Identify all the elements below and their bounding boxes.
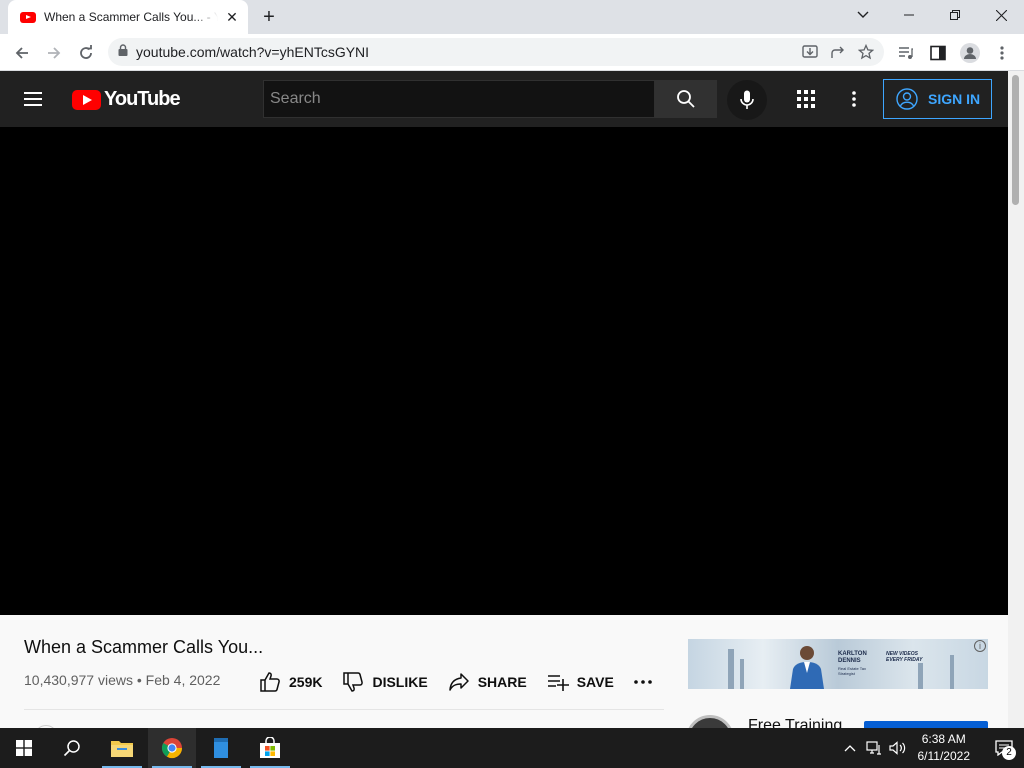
search-button[interactable]	[655, 80, 717, 118]
like-button[interactable]: 259K	[259, 671, 322, 693]
ad-building	[918, 663, 923, 689]
search-box[interactable]	[263, 80, 655, 118]
show-hidden-icons-chevron-icon[interactable]	[838, 728, 862, 768]
system-tray: 6:38 AM 6/11/2022 2	[838, 728, 1024, 768]
side-panel-icon[interactable]	[924, 39, 952, 67]
youtube-logo[interactable]: YouTube	[72, 88, 181, 111]
window-controls	[840, 0, 1024, 30]
save-button[interactable]: SAVE	[547, 671, 614, 693]
page-scrollbar[interactable]	[1008, 71, 1024, 728]
youtube-apps-grid-icon[interactable]	[794, 87, 818, 111]
youtube-wordmark: YouTube	[104, 88, 181, 110]
account-circle-icon	[896, 88, 918, 110]
search-input[interactable]	[270, 90, 654, 108]
chrome-taskbar-icon[interactable]	[148, 728, 196, 768]
browser-menu-icon[interactable]	[988, 39, 1016, 67]
tab-search-chevron-icon[interactable]	[840, 0, 886, 30]
meta-separator: •	[136, 672, 142, 688]
notification-count-badge: 2	[1002, 746, 1016, 760]
share-arrow-icon	[448, 673, 469, 691]
sign-in-button[interactable]: SIGN IN	[883, 79, 992, 119]
browser-toolbar: youtube.com/watch?v=yhENTcsGYNI	[0, 34, 1024, 71]
youtube-play-logo-icon	[72, 89, 101, 110]
ad-name-text: KARLTON DENNIS Real Estate Tax Strategis…	[838, 651, 878, 676]
close-tab-icon[interactable]: ✕	[224, 9, 240, 25]
video-player[interactable]	[0, 127, 1008, 615]
dislike-button[interactable]: DISLIKE	[342, 671, 428, 693]
more-horizontal-icon	[634, 680, 652, 684]
forward-arrow-icon[interactable]	[40, 39, 68, 67]
media-control-icon[interactable]	[892, 39, 920, 67]
share-button[interactable]: SHARE	[448, 671, 527, 693]
recommendation-title[interactable]: Free Training	[748, 717, 842, 728]
thumbs-down-icon	[343, 672, 364, 692]
taskbar-search-icon[interactable]	[48, 728, 96, 768]
recommendation-cta-button[interactable]	[864, 721, 988, 728]
recommendation-item[interactable]: Free Training	[686, 715, 988, 728]
more-actions-button[interactable]	[634, 680, 652, 684]
tab-title: When a Scammer Calls You... - YouTube	[44, 10, 218, 24]
profile-avatar-icon[interactable]	[956, 39, 984, 67]
scrollbar-thumb[interactable]	[1012, 75, 1019, 205]
minimize-button[interactable]	[886, 0, 932, 30]
video-meta: 10,430,977 views • Feb 4, 2022	[24, 672, 220, 688]
recommendation-thumbnail[interactable]	[686, 715, 734, 728]
clock-time: 6:38 AM	[921, 732, 966, 746]
notepad-icon[interactable]	[197, 728, 245, 768]
lock-icon[interactable]	[118, 43, 128, 61]
share-label: SHARE	[477, 674, 527, 690]
ad-building	[728, 649, 734, 689]
microsoft-store-icon[interactable]	[246, 728, 294, 768]
view-count: 10,430,977 views	[24, 672, 133, 688]
content-divider	[24, 709, 664, 710]
dislike-label: DISLIKE	[372, 674, 428, 690]
clock-date: 6/11/2022	[917, 749, 971, 763]
bookmark-star-icon[interactable]	[854, 42, 878, 62]
windows-taskbar: 6:38 AM 6/11/2022 2	[0, 728, 1024, 768]
upload-date: Feb 4, 2022	[145, 672, 221, 688]
video-title: When a Scammer Calls You...	[24, 637, 264, 657]
windows-start-icon[interactable]	[0, 728, 48, 768]
volume-icon[interactable]	[886, 728, 910, 768]
taskbar-clock[interactable]: 6:38 AM 6/11/2022	[918, 731, 971, 765]
reload-icon[interactable]	[72, 39, 100, 67]
restore-button[interactable]	[932, 0, 978, 30]
microphone-icon	[740, 90, 754, 109]
search-icon	[677, 90, 695, 108]
back-arrow-icon[interactable]	[8, 39, 36, 67]
ad-banner[interactable]: KARLTON DENNIS Real Estate Tax Strategis…	[688, 639, 988, 689]
ad-name-line: KARLTON DENNIS	[838, 651, 867, 664]
browser-tab[interactable]: When a Scammer Calls You... - YouTube ✕	[8, 0, 248, 34]
youtube-favicon-icon	[20, 11, 36, 23]
new-tab-button[interactable]: +	[258, 6, 280, 28]
ad-person-image	[790, 646, 824, 689]
guide-menu-icon[interactable]	[24, 89, 48, 109]
url-text[interactable]: youtube.com/watch?v=yhENTcsGYNI	[136, 44, 369, 60]
ad-building	[740, 659, 744, 689]
ad-promo-text: NEW VIDEOS EVERY FRIDAY	[886, 651, 923, 663]
ad-info-icon[interactable]: i	[974, 640, 986, 652]
ad-building	[950, 655, 954, 689]
playlist-add-icon	[547, 675, 569, 691]
settings-more-icon[interactable]	[842, 87, 866, 111]
browser-tab-strip: When a Scammer Calls You... - YouTube ✕ …	[0, 0, 1024, 34]
watch-content: When a Scammer Calls You... 10,430,977 v…	[0, 615, 1008, 728]
share-icon[interactable]	[826, 42, 850, 62]
file-explorer-icon[interactable]	[98, 728, 146, 768]
sign-in-label: SIGN IN	[928, 91, 981, 107]
voice-search-button[interactable]	[727, 80, 767, 120]
thumbs-up-icon	[260, 672, 280, 692]
youtube-masthead: YouTube SIGN IN	[0, 71, 1008, 127]
ad-subtitle-line: Real Estate Tax Strategist	[838, 666, 866, 676]
video-actions: 259K DISLIKE SHARE SAVE	[259, 671, 672, 693]
save-label: SAVE	[576, 674, 614, 690]
network-icon[interactable]	[862, 728, 886, 768]
action-center-button[interactable]: 2	[984, 728, 1024, 768]
close-window-button[interactable]	[978, 0, 1024, 30]
address-bar[interactable]: youtube.com/watch?v=yhENTcsGYNI	[108, 38, 884, 66]
install-app-icon[interactable]	[798, 42, 822, 62]
like-count: 259K	[289, 674, 323, 690]
